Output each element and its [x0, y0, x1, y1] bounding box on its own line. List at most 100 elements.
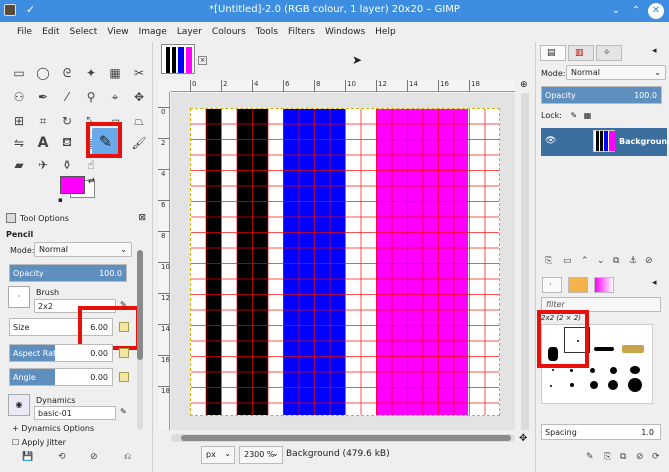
- image-thumbnail-tab[interactable]: [161, 44, 195, 74]
- zoom-toggle-icon[interactable]: ⊕: [520, 80, 528, 90]
- opacity-slider[interactable]: Opacity 100.0: [9, 264, 127, 282]
- apply-jitter-checkbox[interactable]: ☐ Apply Jitter: [12, 438, 66, 447]
- move-icon[interactable]: ✥: [130, 88, 148, 106]
- visibility-eye-icon[interactable]: 👁: [545, 136, 556, 146]
- horizontal-ruler[interactable]: 0 2 4 6 8 10 12 14 16 18: [171, 80, 515, 92]
- close-icon[interactable]: ✕: [648, 3, 664, 19]
- minimize-icon[interactable]: ⌄: [608, 3, 624, 19]
- measure-icon[interactable]: ⌖: [106, 88, 124, 106]
- paths-tab[interactable]: ✧: [596, 45, 622, 61]
- patterns-tab[interactable]: [568, 277, 588, 293]
- reset-angle-icon[interactable]: [119, 372, 129, 382]
- new-brush-icon[interactable]: ⎘: [604, 452, 611, 462]
- layers-tab[interactable]: ▤: [540, 45, 566, 61]
- foreground-select-icon[interactable]: ⚇: [10, 88, 28, 106]
- menu-edit[interactable]: Edit: [37, 27, 64, 37]
- lasso-icon[interactable]: ᘓ: [58, 64, 76, 82]
- navigate-icon[interactable]: ✥: [519, 433, 527, 444]
- aspect-ratio-slider[interactable]: Aspect Ratio 0.00: [9, 344, 113, 362]
- menu-help[interactable]: Help: [370, 27, 401, 37]
- anchor-layer-icon[interactable]: ⚓: [629, 256, 637, 266]
- bucket-fill-icon[interactable]: ⛾: [58, 134, 76, 152]
- rotate-icon[interactable]: ↻: [58, 112, 76, 130]
- brush-preview[interactable]: ·: [8, 286, 30, 308]
- menu-file[interactable]: File: [12, 27, 37, 37]
- raise-layer-icon[interactable]: ⌃: [581, 256, 589, 266]
- close-image-tab-icon[interactable]: ×: [198, 56, 207, 65]
- chevron-down-icon[interactable]: ⌄: [272, 449, 279, 458]
- brushes-tab[interactable]: ·: [542, 277, 562, 293]
- lock-pixels-icon[interactable]: ✎: [570, 111, 577, 120]
- ruler-corner[interactable]: [158, 80, 170, 92]
- color-select-icon[interactable]: ▦: [106, 64, 124, 82]
- foreground-color-swatch[interactable]: [60, 176, 85, 194]
- edit-dynamics-icon[interactable]: ✎: [120, 407, 127, 416]
- image-canvas[interactable]: [190, 108, 500, 416]
- channels-tab[interactable]: ▥: [568, 45, 594, 61]
- image-viewport[interactable]: [171, 93, 515, 430]
- rect-select-icon[interactable]: ▭: [10, 64, 28, 82]
- mode-select[interactable]: Normal ⌄: [34, 242, 132, 257]
- dock-menu-icon[interactable]: ◂: [652, 278, 657, 288]
- edit-brush-icon[interactable]: ✎: [586, 452, 594, 462]
- delete-options-icon[interactable]: ⊘: [90, 452, 98, 462]
- swap-colors-icon[interactable]: ⇄: [88, 176, 95, 185]
- duplicate-brush-icon[interactable]: ⧉: [620, 452, 626, 462]
- duplicate-layer-icon[interactable]: ⧉: [613, 256, 619, 266]
- fuzzy-select-icon[interactable]: ✦: [82, 64, 100, 82]
- vertical-ruler[interactable]: 0 2 4 6 8 10 12 14 16 18: [158, 92, 170, 430]
- new-layer-icon[interactable]: ⎘: [545, 256, 552, 266]
- flip-icon[interactable]: ⇋: [10, 134, 28, 152]
- tool-options-tab[interactable]: Tool Options ⊠: [6, 210, 146, 226]
- paintbrush-icon[interactable]: 🖌: [130, 134, 148, 152]
- eraser-icon[interactable]: ▰: [10, 156, 28, 174]
- paths-icon[interactable]: ✒: [34, 88, 52, 106]
- zoom-icon[interactable]: ⚲: [82, 88, 100, 106]
- dynamics-options-expander[interactable]: + Dynamics Options: [12, 424, 94, 433]
- menu-windows[interactable]: Windows: [320, 27, 370, 37]
- canvas-horizontal-scrollbar[interactable]: [171, 434, 515, 442]
- delete-brush-icon[interactable]: ⊘: [636, 452, 644, 462]
- menu-view[interactable]: View: [102, 27, 133, 37]
- new-layer-group-icon[interactable]: ▭: [563, 256, 572, 266]
- angle-slider[interactable]: Angle 0.00: [9, 368, 113, 386]
- maximize-icon[interactable]: ⌃: [628, 3, 644, 19]
- unit-select[interactable]: px ⌄: [201, 446, 235, 464]
- lock-alpha-icon[interactable]: ▦: [584, 111, 592, 120]
- dock-menu-icon[interactable]: ◂: [652, 46, 657, 56]
- delete-layer-icon[interactable]: ⊘: [645, 256, 653, 266]
- smudge-icon[interactable]: ☝: [82, 156, 100, 174]
- scissors-icon[interactable]: ✂: [130, 64, 148, 82]
- menu-select[interactable]: Select: [65, 27, 103, 37]
- dynamics-name-field[interactable]: basic-01: [34, 406, 116, 420]
- save-options-icon[interactable]: 💾: [22, 452, 33, 462]
- dynamics-preview[interactable]: ◉: [8, 394, 30, 416]
- menu-tools[interactable]: Tools: [251, 27, 283, 37]
- ellipse-select-icon[interactable]: ◯: [34, 64, 52, 82]
- restore-options-icon[interactable]: ⟲: [58, 452, 66, 462]
- text-tool-icon[interactable]: A: [34, 134, 52, 152]
- menu-layer[interactable]: Layer: [172, 27, 207, 37]
- reset-aspect-icon[interactable]: [119, 348, 129, 358]
- menu-colours[interactable]: Colours: [207, 27, 251, 37]
- layer-mode-select[interactable]: Normal ⌄: [566, 65, 666, 80]
- align-icon[interactable]: ⊞: [10, 112, 28, 130]
- airbrush-icon[interactable]: ✈: [34, 156, 52, 174]
- clone-icon[interactable]: ⚱: [58, 156, 76, 174]
- menu-image[interactable]: Image: [134, 27, 172, 37]
- lower-layer-icon[interactable]: ⌄: [597, 256, 605, 266]
- perspective-icon[interactable]: ⏢: [130, 112, 148, 130]
- crop-icon[interactable]: ⌗: [34, 112, 52, 130]
- tool-options-scrollbar[interactable]: [137, 250, 143, 430]
- brush-spacing-slider[interactable]: Spacing 1.0: [541, 424, 661, 440]
- reset-colors-icon[interactable]: ▪: [58, 196, 66, 204]
- canvas-vertical-scrollbar[interactable]: [521, 93, 529, 430]
- color-picker-icon[interactable]: ⁄: [58, 88, 76, 106]
- tab-close-icon[interactable]: ⊠: [138, 213, 146, 223]
- reset-options-icon[interactable]: ⎌: [124, 452, 131, 462]
- layer-row-background[interactable]: 👁 Background: [541, 128, 669, 156]
- layer-opacity-slider[interactable]: Opacity 100.0: [541, 86, 662, 104]
- menu-filters[interactable]: Filters: [283, 27, 320, 37]
- refresh-brushes-icon[interactable]: ⟳: [652, 452, 660, 462]
- gradients-tab[interactable]: [594, 277, 614, 293]
